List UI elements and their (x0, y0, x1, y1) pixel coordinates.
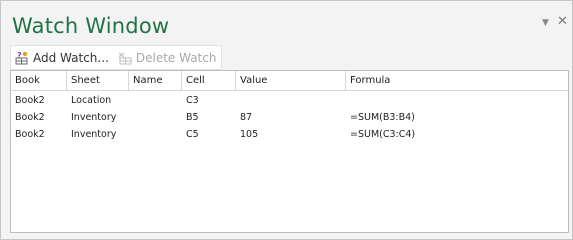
close-icon[interactable]: ✕ (557, 14, 568, 29)
book-cell: Book2 (15, 95, 45, 106)
watch-list[interactable]: Book Sheet Name Cell Value Formula Book2… (10, 70, 569, 233)
delete-watch-button[interactable]: Delete Watch (114, 46, 222, 69)
watch-toolbar: ? Add Watch... Delete Watch (10, 45, 223, 70)
column-divider[interactable] (128, 71, 129, 90)
watch-window-pane: Watch Window ▼ ✕ ? Add Watch... Delete W… (0, 0, 573, 240)
sheet-cell: Inventory (71, 112, 117, 123)
sheet-cell: Inventory (71, 129, 117, 140)
column-header-row: Book Sheet Name Cell Value Formula (11, 71, 568, 91)
column-header-book[interactable]: Book (15, 73, 40, 89)
column-header-sheet[interactable]: Sheet (71, 73, 100, 89)
column-divider[interactable] (345, 71, 346, 90)
delete-watch-icon (117, 50, 133, 66)
svg-text:?: ? (17, 51, 22, 60)
book-cell: Book2 (15, 112, 45, 123)
value-cell: 105 (240, 129, 259, 140)
column-divider[interactable] (235, 71, 236, 90)
watch-row[interactable]: Book2 Location C3 (11, 93, 568, 109)
add-watch-icon: ? (14, 50, 30, 66)
delete-watch-label: Delete Watch (135, 50, 217, 65)
add-watch-label: Add Watch... (33, 50, 109, 65)
pane-title: Watch Window (12, 14, 170, 38)
column-header-name[interactable]: Name (133, 73, 163, 89)
value-cell: 87 (240, 112, 253, 123)
cell-ref-cell: B5 (186, 112, 199, 123)
formula-cell: =SUM(B3:B4) (350, 112, 415, 123)
add-watch-button[interactable]: ? Add Watch... (11, 46, 114, 69)
watch-row[interactable]: Book2 Inventory B5 87 =SUM(B3:B4) (11, 110, 568, 126)
cell-ref-cell: C3 (186, 95, 199, 106)
watch-row[interactable]: Book2 Inventory C5 105 =SUM(C3:C4) (11, 127, 568, 143)
book-cell: Book2 (15, 129, 45, 140)
column-divider[interactable] (181, 71, 182, 90)
task-pane-options-icon[interactable]: ▼ (542, 18, 549, 28)
formula-cell: =SUM(C3:C4) (350, 129, 416, 140)
cell-ref-cell: C5 (186, 129, 199, 140)
sheet-cell: Location (71, 95, 112, 106)
column-divider[interactable] (66, 71, 67, 90)
column-header-value[interactable]: Value (240, 73, 267, 89)
column-header-formula[interactable]: Formula (350, 73, 390, 89)
column-header-cell[interactable]: Cell (186, 73, 205, 89)
